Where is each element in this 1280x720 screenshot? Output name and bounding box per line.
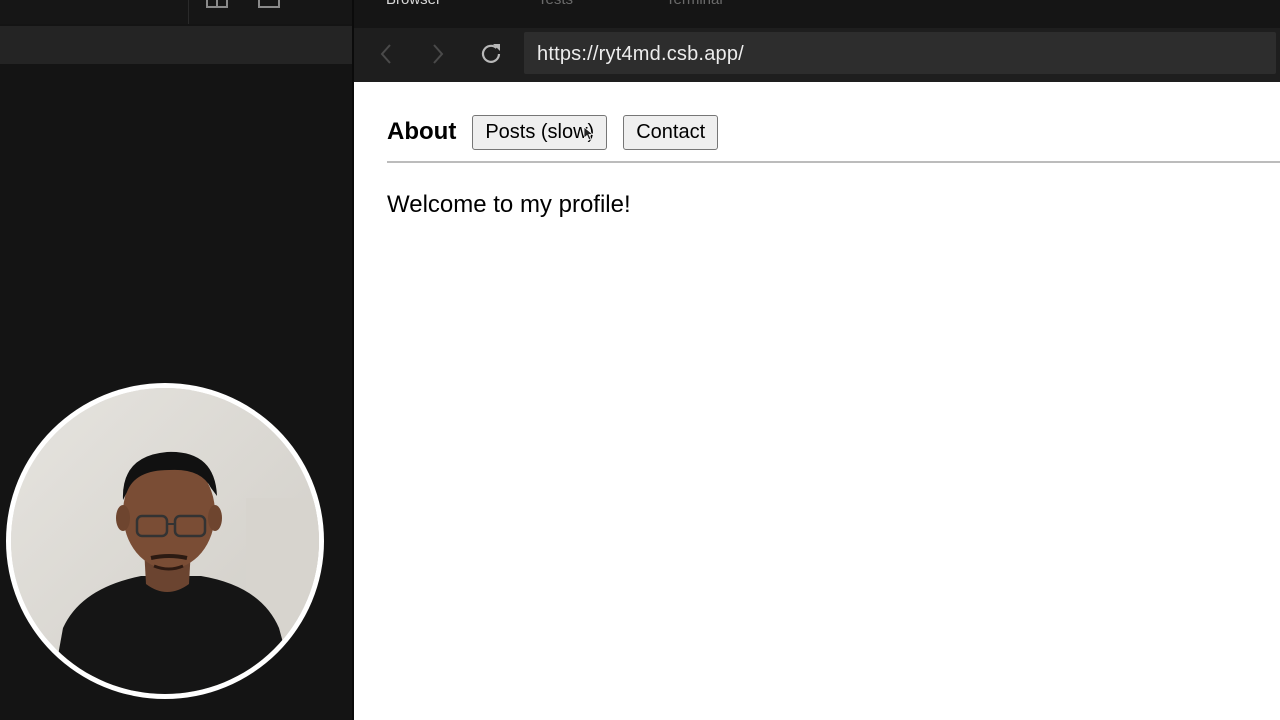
presenter-figure bbox=[11, 388, 319, 694]
reload-button[interactable] bbox=[477, 40, 505, 68]
browser-viewport: About Posts (slow) Contact Welcome to my… bbox=[354, 82, 1280, 720]
chevron-right-icon bbox=[433, 44, 444, 64]
sidebar-toolbar bbox=[0, 0, 352, 24]
split-view-icon[interactable] bbox=[206, 0, 228, 8]
browser-panel-tabs: Browser Tests Terminal bbox=[354, 0, 1280, 28]
webcam-overlay bbox=[6, 383, 324, 699]
browser-nav-bar: https://ryt4md.csb.app/ bbox=[354, 28, 1280, 82]
contact-button[interactable]: Contact bbox=[623, 114, 719, 150]
tab-terminal[interactable]: Terminal bbox=[666, 0, 723, 8]
reload-icon bbox=[481, 44, 501, 63]
tab-tests[interactable]: Tests bbox=[538, 0, 573, 8]
presenter-video bbox=[11, 388, 319, 694]
page-nav: About Posts (slow) Contact bbox=[387, 114, 734, 150]
cursor-icon bbox=[584, 127, 594, 141]
welcome-text: Welcome to my profile! bbox=[387, 191, 631, 218]
sidebar-header-bar bbox=[0, 26, 352, 64]
address-bar[interactable]: https://ryt4md.csb.app/ bbox=[524, 32, 1276, 74]
forward-button[interactable] bbox=[424, 40, 452, 68]
toolbar-divider bbox=[188, 0, 189, 24]
chevron-left-icon bbox=[380, 44, 391, 64]
url-text: https://ryt4md.csb.app/ bbox=[537, 43, 744, 65]
tab-browser[interactable]: Browser bbox=[386, 0, 441, 8]
panel-toggle-icon[interactable] bbox=[258, 0, 280, 8]
screen: Browser Tests Terminal https://ryt4md.cs… bbox=[0, 0, 1280, 720]
nav-divider bbox=[387, 161, 1280, 163]
nav-title-about: About bbox=[387, 118, 457, 145]
back-button[interactable] bbox=[372, 40, 400, 68]
